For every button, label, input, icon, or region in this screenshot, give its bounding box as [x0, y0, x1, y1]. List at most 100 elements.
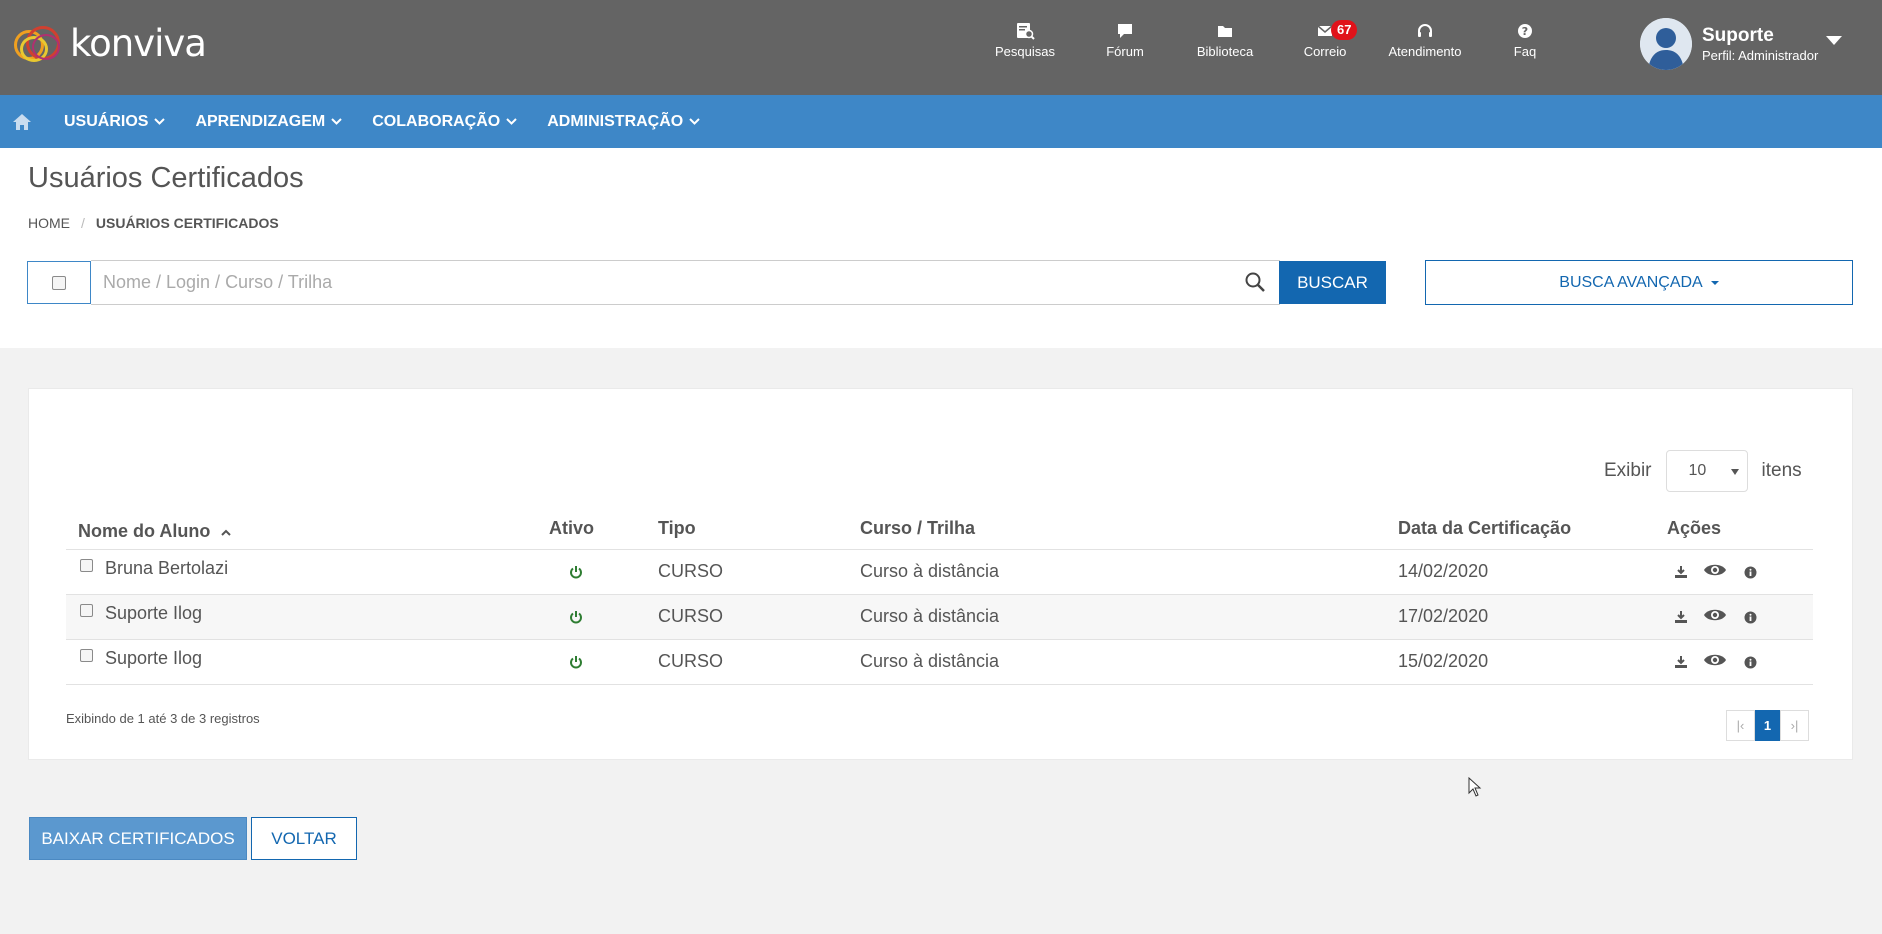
konviva-logo[interactable]: konviva	[12, 21, 207, 68]
mouse-cursor-icon	[1468, 777, 1482, 797]
type-cell: CURSO	[658, 561, 724, 581]
menu-aprendizagem[interactable]: APRENDIZAGEM	[195, 113, 342, 131]
info-icon[interactable]	[1744, 656, 1757, 669]
topnav-forum[interactable]: Fórum	[1075, 22, 1175, 70]
course-cell: Curso à distância	[860, 651, 1000, 671]
user-role: Perfil: Administrador	[1702, 48, 1819, 63]
folder-icon	[1218, 26, 1232, 37]
table-row: Suporte Ilog CURSO Curso à distância 17/…	[66, 594, 1813, 639]
question-icon: ?	[1518, 24, 1532, 38]
select-all-checkbox[interactable]	[52, 275, 66, 290]
page-size-control: Exibir 10 itens	[1604, 450, 1802, 492]
survey-icon	[1017, 23, 1035, 40]
first-page-button[interactable]: |‹	[1726, 710, 1755, 741]
student-name: Suporte Ilog	[105, 603, 203, 623]
eye-icon[interactable]	[1703, 652, 1727, 668]
menu-label: ADMINISTRAÇÃO	[547, 112, 684, 130]
topnav-label: Atendimento	[1388, 44, 1462, 59]
user-info: Suporte Perfil: Administrador	[1702, 25, 1818, 63]
avatar	[1640, 18, 1692, 70]
page-button-current[interactable]: 1	[1755, 710, 1780, 741]
course-cell: Curso à distância	[860, 606, 1000, 626]
breadcrumb-current: USUÁRIOS CERTIFICADOS	[95, 215, 279, 231]
menu-administracao[interactable]: ADMINISTRAÇÃO	[547, 113, 700, 131]
menu-label: USUÁRIOS	[64, 112, 149, 130]
topnav-label: Faq	[1513, 44, 1537, 59]
page-size-value: 10	[1688, 462, 1707, 479]
course-cell: Curso à distância	[860, 561, 1000, 581]
table-row: Bruna Bertolazi CURSO Curso à distância …	[66, 549, 1813, 594]
menu-label: APRENDIZAGEM	[195, 112, 326, 130]
chat-bubble-icon	[1118, 24, 1132, 38]
main-menu: USUÁRIOS APRENDIZAGEM COLABORAÇÃO ADMINI…	[0, 95, 1882, 148]
topnav-biblioteca[interactable]: Biblioteca	[1175, 22, 1275, 70]
topnav-label: Biblioteca	[1196, 44, 1254, 59]
back-button[interactable]: VOLTAR	[251, 817, 357, 860]
advanced-search-label: BUSCA AVANÇADA	[1559, 273, 1703, 291]
top-bar: konviva Pesquisas Fórum Biblioteca Corre…	[0, 0, 1882, 95]
breadcrumb-home[interactable]: HOME	[28, 215, 70, 231]
column-header-date[interactable]: Data da Certificação	[1398, 518, 1571, 539]
chevron-down-icon	[331, 118, 342, 125]
table-bottom-divider	[66, 684, 1813, 685]
last-page-button[interactable]: ›|	[1780, 710, 1809, 741]
column-header-course[interactable]: Curso / Trilha	[860, 518, 975, 539]
page-size-label: Exibir	[1604, 460, 1652, 481]
search-input[interactable]	[103, 261, 1233, 304]
download-certificates-button[interactable]: BAIXAR CERTIFICADOS	[29, 817, 247, 860]
menu-colaboracao[interactable]: COLABORAÇÃO	[372, 113, 517, 131]
search-icon[interactable]	[1244, 271, 1266, 293]
dropdown-arrow-icon	[1730, 469, 1739, 475]
download-icon[interactable]	[1674, 565, 1688, 579]
sort-ascending-icon	[221, 529, 232, 536]
column-header-active[interactable]: Ativo	[549, 518, 594, 539]
row-checkbox[interactable]	[80, 649, 93, 662]
user-menu[interactable]: Suporte Perfil: Administrador	[1640, 18, 1818, 70]
column-header-actions: Ações	[1667, 518, 1722, 538]
topnav-label: Fórum	[1106, 44, 1144, 59]
power-icon[interactable]	[569, 655, 583, 669]
download-icon[interactable]	[1674, 610, 1688, 624]
select-all-container	[27, 261, 91, 304]
mail-count-badge: 67	[1331, 20, 1358, 40]
logo-rings-icon	[12, 22, 68, 68]
chevron-down-icon	[689, 118, 700, 125]
headset-icon	[1418, 24, 1432, 37]
advanced-search-button[interactable]: BUSCA AVANÇADA	[1425, 260, 1853, 305]
row-checkbox[interactable]	[80, 604, 93, 617]
column-header-name[interactable]: Nome do Aluno	[78, 521, 232, 542]
menu-usuarios[interactable]: USUÁRIOS	[64, 112, 166, 131]
topnav-pesquisas[interactable]: Pesquisas	[975, 22, 1075, 70]
eye-icon[interactable]	[1703, 607, 1727, 623]
logo-text: konviva	[70, 21, 207, 65]
chevron-down-icon	[506, 118, 517, 125]
power-icon[interactable]	[569, 565, 583, 579]
search-button[interactable]: BUSCAR	[1279, 261, 1386, 304]
page-header: Usuários Certificados HOME / USUÁRIOS CE…	[0, 148, 1882, 348]
column-header-label: Nome do Aluno	[78, 521, 211, 541]
student-name: Suporte Ilog	[105, 648, 203, 668]
table-row: Suporte Ilog CURSO Curso à distância 15/…	[66, 639, 1813, 684]
eye-icon[interactable]	[1703, 562, 1727, 578]
topnav-faq[interactable]: ? Faq	[1475, 22, 1575, 70]
page-size-select[interactable]: 10	[1665, 450, 1748, 492]
power-icon[interactable]	[569, 610, 583, 624]
info-icon[interactable]	[1744, 566, 1757, 579]
topnav-correio[interactable]: Correio 67	[1275, 20, 1375, 70]
info-icon[interactable]	[1744, 611, 1757, 624]
top-navigation: Pesquisas Fórum Biblioteca Correio 67 At…	[975, 20, 1575, 70]
caret-down-icon	[1710, 280, 1719, 285]
chevron-down-icon	[154, 118, 166, 125]
user-dropdown-caret-icon[interactable]	[1826, 36, 1842, 45]
search-box	[91, 260, 1280, 305]
row-checkbox[interactable]	[80, 559, 93, 572]
home-icon[interactable]	[12, 113, 32, 131]
type-cell: CURSO	[658, 651, 724, 671]
column-header-type[interactable]: Tipo	[658, 518, 696, 539]
download-icon[interactable]	[1674, 655, 1688, 669]
page-size-suffix: itens	[1761, 460, 1802, 481]
topnav-atendimento[interactable]: Atendimento	[1375, 22, 1475, 70]
page-title: Usuários Certificados	[28, 162, 304, 194]
breadcrumb: HOME / USUÁRIOS CERTIFICADOS	[28, 215, 279, 231]
menu-label: COLABORAÇÃO	[372, 112, 501, 130]
